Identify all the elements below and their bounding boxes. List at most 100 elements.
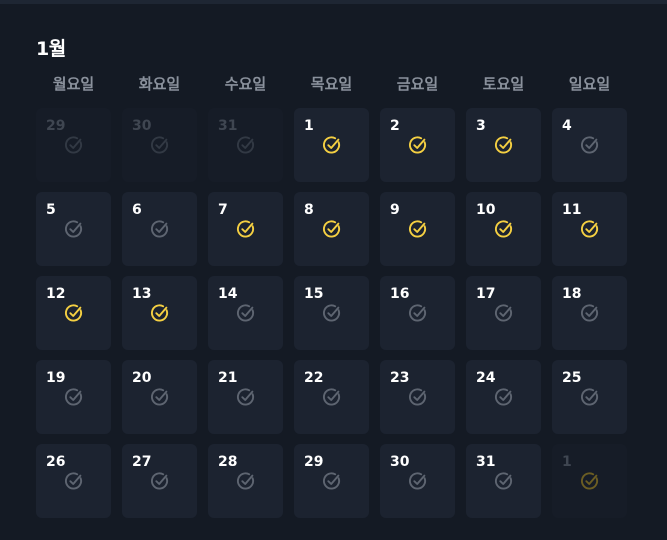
- unchecked-circle-icon: [580, 387, 600, 407]
- day-number: 29: [304, 454, 324, 470]
- day-number: 30: [132, 118, 152, 134]
- calendar-day-cell[interactable]: 21: [208, 360, 283, 434]
- calendar-day-cell[interactable]: 18: [552, 276, 627, 350]
- unchecked-circle-icon: [64, 387, 84, 407]
- checked-circle-icon: [580, 471, 600, 491]
- calendar-day-cell[interactable]: 29: [36, 108, 111, 182]
- calendar-day-cell[interactable]: 19: [36, 360, 111, 434]
- checked-circle-icon: [64, 303, 84, 323]
- calendar-day-cell[interactable]: 14: [208, 276, 283, 350]
- weekday-label: 화요일: [138, 75, 181, 93]
- calendar-day-cell[interactable]: 16: [380, 276, 455, 350]
- day-number: 15: [304, 286, 324, 302]
- day-number: 25: [562, 370, 582, 386]
- unchecked-circle-icon: [236, 387, 256, 407]
- checked-circle-icon: [150, 303, 170, 323]
- day-number: 6: [132, 202, 142, 218]
- day-number: 17: [476, 286, 496, 302]
- top-bar: [0, 0, 667, 4]
- day-number: 27: [132, 454, 152, 470]
- unchecked-circle-icon: [494, 471, 514, 491]
- day-number: 22: [304, 370, 324, 386]
- calendar-day-cell[interactable]: 30: [122, 108, 197, 182]
- calendar-day-cell[interactable]: 24: [466, 360, 541, 434]
- unchecked-circle-icon: [150, 135, 170, 155]
- weekday-label: 월요일: [52, 75, 95, 93]
- weekday-label: 목요일: [310, 75, 353, 93]
- calendar-day-cell[interactable]: 20: [122, 360, 197, 434]
- unchecked-circle-icon: [494, 387, 514, 407]
- checked-circle-icon: [494, 135, 514, 155]
- unchecked-circle-icon: [64, 135, 84, 155]
- calendar-day-cell[interactable]: 15: [294, 276, 369, 350]
- day-number: 26: [46, 454, 66, 470]
- unchecked-circle-icon: [64, 219, 84, 239]
- unchecked-circle-icon: [580, 135, 600, 155]
- calendar-day-cell[interactable]: 11: [552, 192, 627, 266]
- calendar-day-cell[interactable]: 6: [122, 192, 197, 266]
- calendar-day-cell[interactable]: 31: [208, 108, 283, 182]
- day-number: 29: [46, 118, 66, 134]
- unchecked-circle-icon: [64, 471, 84, 491]
- unchecked-circle-icon: [322, 471, 342, 491]
- day-number: 24: [476, 370, 496, 386]
- day-number: 4: [562, 118, 572, 134]
- calendar-day-cell[interactable]: 3: [466, 108, 541, 182]
- day-number: 3: [476, 118, 486, 134]
- day-number: 16: [390, 286, 410, 302]
- day-number: 5: [46, 202, 56, 218]
- unchecked-circle-icon: [150, 219, 170, 239]
- unchecked-circle-icon: [322, 303, 342, 323]
- day-number: 31: [476, 454, 496, 470]
- calendar-day-cell[interactable]: 9: [380, 192, 455, 266]
- unchecked-circle-icon: [236, 303, 256, 323]
- unchecked-circle-icon: [322, 387, 342, 407]
- calendar-day-cell[interactable]: 31: [466, 444, 541, 518]
- calendar-day-cell[interactable]: 23: [380, 360, 455, 434]
- month-title: 1월: [36, 38, 66, 60]
- calendar-day-cell[interactable]: 2: [380, 108, 455, 182]
- day-number: 7: [218, 202, 228, 218]
- checked-circle-icon: [408, 219, 428, 239]
- calendar-day-cell[interactable]: 7: [208, 192, 283, 266]
- day-number: 31: [218, 118, 238, 134]
- calendar-day-cell[interactable]: 27: [122, 444, 197, 518]
- calendar-day-cell[interactable]: 1: [552, 444, 627, 518]
- unchecked-circle-icon: [494, 303, 514, 323]
- calendar-day-cell[interactable]: 13: [122, 276, 197, 350]
- calendar-day-cell[interactable]: 29: [294, 444, 369, 518]
- unchecked-circle-icon: [150, 387, 170, 407]
- day-number: 12: [46, 286, 66, 302]
- unchecked-circle-icon: [408, 471, 428, 491]
- checked-circle-icon: [322, 135, 342, 155]
- calendar-day-cell[interactable]: 12: [36, 276, 111, 350]
- calendar-day-cell[interactable]: 22: [294, 360, 369, 434]
- weekday-label: 일요일: [568, 75, 611, 93]
- day-number: 2: [390, 118, 400, 134]
- calendar-day-cell[interactable]: 8: [294, 192, 369, 266]
- calendar-day-cell[interactable]: 25: [552, 360, 627, 434]
- unchecked-circle-icon: [236, 471, 256, 491]
- day-number: 10: [476, 202, 496, 218]
- day-number: 21: [218, 370, 238, 386]
- checked-circle-icon: [322, 219, 342, 239]
- checked-circle-icon: [236, 219, 256, 239]
- calendar-day-cell[interactable]: 26: [36, 444, 111, 518]
- day-number: 23: [390, 370, 410, 386]
- checked-circle-icon: [494, 219, 514, 239]
- day-number: 30: [390, 454, 410, 470]
- calendar-day-cell[interactable]: 17: [466, 276, 541, 350]
- checked-circle-icon: [408, 135, 428, 155]
- day-number: 28: [218, 454, 238, 470]
- calendar-day-cell[interactable]: 30: [380, 444, 455, 518]
- day-number: 18: [562, 286, 582, 302]
- unchecked-circle-icon: [408, 303, 428, 323]
- day-number: 20: [132, 370, 152, 386]
- calendar-day-cell[interactable]: 1: [294, 108, 369, 182]
- unchecked-circle-icon: [580, 303, 600, 323]
- calendar-day-cell[interactable]: 4: [552, 108, 627, 182]
- calendar-day-cell[interactable]: 5: [36, 192, 111, 266]
- calendar-day-cell[interactable]: 10: [466, 192, 541, 266]
- calendar-day-cell[interactable]: 28: [208, 444, 283, 518]
- day-number: 8: [304, 202, 314, 218]
